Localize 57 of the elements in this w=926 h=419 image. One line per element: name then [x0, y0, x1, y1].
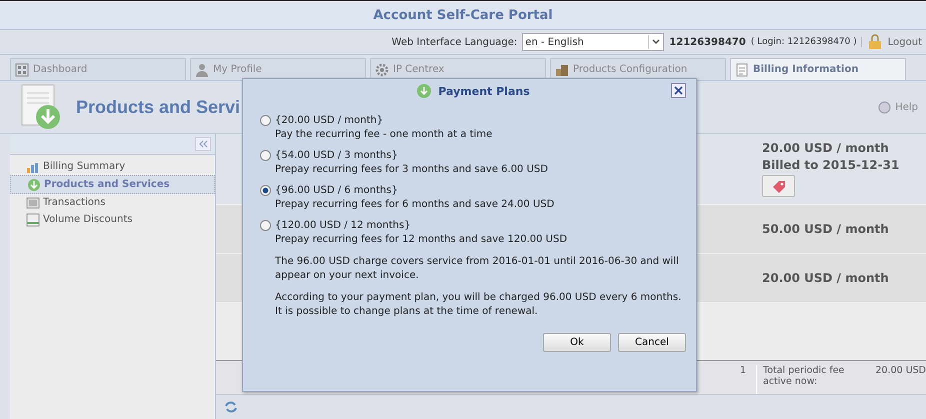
- page-title: Products and Servi: [76, 96, 240, 118]
- tab[interactable]: Dashboard: [10, 58, 186, 80]
- total-label: Total periodic fee active now:: [762, 365, 846, 387]
- radio-button[interactable]: [260, 220, 271, 231]
- portal-title: Account Self-Care Portal: [373, 8, 553, 22]
- plan-name: {96.00 USD / 6 months}: [275, 185, 398, 196]
- document-icon: [26, 212, 40, 226]
- list-icon: [26, 196, 40, 210]
- tab[interactable]: Products Configuration: [550, 58, 726, 80]
- radio-button[interactable]: [260, 115, 271, 126]
- collapse-button[interactable]: [195, 137, 211, 151]
- gear-icon: [375, 62, 389, 76]
- language-label: Web Interface Language:: [392, 36, 518, 48]
- plan-name: {54.00 USD / 3 months}: [275, 150, 398, 161]
- download-icon: [27, 178, 41, 192]
- dialog-title: Payment Plans: [438, 84, 530, 98]
- sidebar-item[interactable]: Products and Services: [10, 175, 215, 194]
- dialog-button[interactable]: Ok: [543, 333, 611, 352]
- plan-note: The 96.00 USD charge covers service from 2016-01-01 until 2016-06-30 and will appear on your next invoice.: [275, 255, 680, 283]
- radio-button[interactable]: [260, 150, 271, 161]
- language-select[interactable]: en - English: [522, 33, 664, 51]
- radio-button[interactable]: [260, 185, 271, 196]
- grid-icon: [15, 62, 29, 76]
- padlock-icon: [866, 34, 883, 50]
- plan-description: Prepay recurring fees for 12 months and save 120.00 USD: [274, 234, 568, 245]
- fee-text: 50.00 USD / month: [762, 222, 889, 236]
- plan-name: {20.00 USD / month}: [275, 115, 384, 126]
- plan-description: Pay the recurring fee - one month at a time: [274, 129, 494, 140]
- tab[interactable]: IP Centrex: [370, 58, 546, 80]
- tab[interactable]: My Profile: [190, 58, 366, 80]
- plan-name: {120.00 USD / 12 months}: [275, 220, 411, 231]
- tab[interactable]: Billing Information: [730, 58, 906, 80]
- login-text: ( Login: 12126398470 ): [750, 37, 862, 47]
- discount-tag-button[interactable]: [762, 175, 795, 197]
- close-icon: [674, 86, 683, 95]
- sidebar-item[interactable]: Volume Discounts: [10, 211, 215, 228]
- help-icon: [878, 100, 892, 114]
- fee-text: 20.00 USD / month: [762, 141, 889, 155]
- plan-note: According to your payment plan, you will be charged 96.00 USD every 6 months. It is possible to change plans at the time of renewal.: [275, 291, 682, 319]
- tag-icon: [770, 179, 786, 193]
- refresh-icon[interactable]: [224, 400, 238, 414]
- plan-description: Prepay recurring fees for 3 months and save 6.00 USD: [274, 164, 549, 175]
- sidebar-item[interactable]: Billing Summary: [10, 158, 215, 175]
- fee-text: 20.00 USD / month: [762, 271, 889, 285]
- help-link[interactable]: Help: [878, 100, 918, 114]
- logout-link[interactable]: Logout: [888, 36, 922, 48]
- person-icon: [195, 62, 209, 76]
- boxes-icon: [555, 62, 569, 76]
- dialog-button[interactable]: Cancel: [618, 333, 686, 352]
- account-number: 12126398470: [669, 36, 746, 48]
- total-value: 20.00 USD: [875, 365, 926, 376]
- close-button[interactable]: [671, 83, 686, 98]
- document-icon: [735, 62, 749, 76]
- download-icon: [416, 83, 432, 99]
- plan-description: Prepay recurring fees for 6 months and save 24.00 USD: [274, 199, 556, 210]
- sidebar-item[interactable]: Transactions: [10, 194, 215, 211]
- billed-text: Billed to 2015-12-31: [762, 158, 900, 172]
